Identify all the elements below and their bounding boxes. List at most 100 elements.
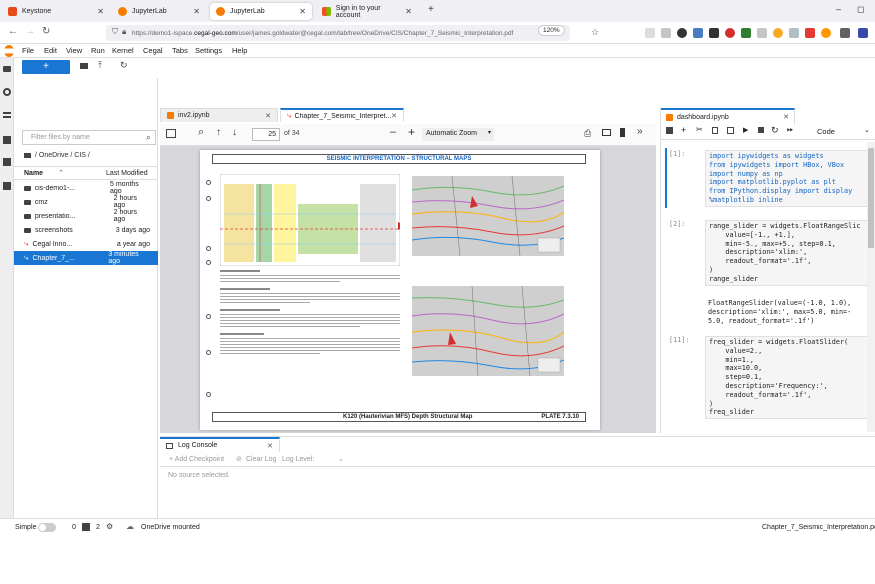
cell-source[interactable]: import ipywidgets as widgets from ipywidg…: [705, 150, 871, 207]
extension-icon[interactable]: [858, 28, 868, 38]
zoom-out-icon[interactable]: –: [390, 126, 396, 138]
terminal-count[interactable]: 0: [72, 524, 76, 531]
extension-icon[interactable]: [693, 28, 703, 38]
extension-icon[interactable]: [741, 28, 751, 38]
menu-view[interactable]: View: [66, 46, 82, 55]
extensions-menu-icon[interactable]: [840, 28, 850, 38]
sort-up-icon[interactable]: ⌃: [58, 169, 64, 177]
tools-icon[interactable]: »: [637, 126, 643, 137]
folder-icon[interactable]: [24, 153, 31, 158]
extension-icon[interactable]: [709, 28, 719, 38]
notebook-scrollbar[interactable]: [867, 142, 875, 432]
extension-icon[interactable]: [773, 28, 783, 38]
chevron-down-icon[interactable]: ⌄: [338, 455, 344, 463]
file-row[interactable]: presentatio... 2 hours ago: [14, 209, 158, 223]
previous-page-icon[interactable]: ↑: [216, 127, 221, 138]
page-number-input[interactable]: 25: [252, 128, 280, 141]
close-icon[interactable]: ✕: [391, 112, 397, 120]
browser-tab-jupyterlab-1[interactable]: JupyterLab ✕: [112, 3, 206, 20]
clear-icon[interactable]: ⊘: [236, 455, 242, 463]
copy-icon[interactable]: [712, 127, 718, 134]
menu-file[interactable]: File: [22, 46, 34, 55]
menu-help[interactable]: Help: [232, 46, 247, 55]
browser-tab-jupyterlab-2[interactable]: JupyterLab ✕: [210, 3, 312, 20]
menu-cegal[interactable]: Cegal: [143, 46, 163, 55]
menu-kernel[interactable]: Kernel: [112, 46, 134, 55]
browser-tab-sign-in[interactable]: Sign in to your account ✕: [316, 3, 418, 20]
close-icon[interactable]: ✕: [267, 442, 273, 450]
close-icon[interactable]: ✕: [783, 113, 789, 121]
file-row[interactable]: cis-demo1-... 5 months ago: [14, 181, 158, 195]
next-page-icon[interactable]: ↓: [232, 127, 237, 138]
add-checkpoint-button[interactable]: + Add Checkpoint: [169, 456, 224, 463]
close-icon[interactable]: ✕: [97, 7, 104, 16]
breadcrumb-path[interactable]: / OneDrive / CIS /: [35, 152, 90, 159]
extension-icon[interactable]: [805, 28, 815, 38]
column-name[interactable]: Name: [24, 170, 43, 177]
extension-icon[interactable]: [677, 28, 687, 38]
url-bar[interactable]: ⛉ 🔒︎ https://demo1-ispace. cegal-geo.com /…: [106, 25, 570, 41]
pdf-viewer[interactable]: SEISMIC INTERPRETATION – STRUCTURAL MAPS: [160, 146, 656, 433]
insert-cell-icon[interactable]: +: [681, 125, 686, 135]
minimize-button[interactable]: –: [836, 4, 841, 14]
fast-forward-icon[interactable]: ⏩︎: [787, 125, 793, 135]
tab-chapter7-pdf[interactable]: ⤷ Chapter_7_Seismic_Interpret... ✕: [280, 108, 404, 122]
file-row[interactable]: cmz 2 hours ago: [14, 195, 158, 209]
back-icon[interactable]: ←: [8, 26, 18, 37]
upload-icon[interactable]: ⤒: [98, 60, 102, 71]
bookmark-icon[interactable]: [620, 128, 625, 137]
extension-icon[interactable]: [789, 28, 799, 38]
forward-icon[interactable]: →: [25, 26, 35, 37]
extension-icon[interactable]: [821, 28, 831, 38]
new-folder-icon[interactable]: [80, 63, 88, 69]
open-file-icon[interactable]: [602, 129, 611, 136]
tab-dashboard-notebook[interactable]: dashboard.ipynb ✕: [661, 108, 795, 124]
pocket-icon[interactable]: [645, 28, 655, 38]
menu-run[interactable]: Run: [91, 46, 105, 55]
file-row[interactable]: ⤷ Chapter_7_... 3 minutes ago: [14, 251, 158, 265]
cut-icon[interactable]: ✂: [696, 125, 703, 134]
extension-icon[interactable]: [757, 28, 767, 38]
menu-settings[interactable]: Settings: [195, 46, 222, 55]
paste-icon[interactable]: [727, 127, 734, 134]
print-icon[interactable]: ⎙: [584, 128, 591, 139]
new-launcher-button[interactable]: +: [22, 60, 70, 74]
zoom-select[interactable]: Automatic Zoom ▾: [422, 128, 494, 141]
filter-input[interactable]: Filter files by name ⌕: [22, 130, 156, 145]
bookmark-star-icon[interactable]: ☆: [591, 27, 599, 38]
simple-mode-toggle[interactable]: [38, 523, 56, 532]
tab-log-console[interactable]: Log Console ✕: [160, 437, 280, 452]
file-row[interactable]: ⤷ Cegal Inno... a year ago: [14, 237, 158, 251]
restore-button[interactable]: ◻: [857, 4, 864, 15]
tabs-icon[interactable]: [3, 158, 11, 166]
zoom-level[interactable]: 120%: [538, 25, 565, 36]
tab-inv2[interactable]: inv2.ipynb ✕: [160, 108, 278, 122]
kernel-count[interactable]: 2: [96, 524, 100, 531]
restart-icon[interactable]: ↻: [771, 125, 779, 136]
clear-log-button[interactable]: Clear Log: [246, 456, 276, 463]
column-last-modified[interactable]: Last Modified: [106, 170, 148, 177]
cell-type-select[interactable]: Code: [817, 127, 835, 136]
file-row[interactable]: screenshots 3 days ago: [14, 223, 158, 237]
menu-tabs[interactable]: Tabs: [172, 46, 188, 55]
menu-edit[interactable]: Edit: [44, 46, 57, 55]
download-icon[interactable]: [661, 28, 671, 38]
sidebar-toggle-icon[interactable]: [166, 129, 176, 138]
running-icon[interactable]: [3, 88, 11, 96]
reload-icon[interactable]: ↻: [42, 26, 50, 37]
close-icon[interactable]: ✕: [299, 7, 306, 16]
cell-source[interactable]: freq_slider = widgets.FloatSlider( value…: [705, 336, 871, 420]
commands-icon[interactable]: [3, 112, 11, 118]
extension-icon[interactable]: [725, 28, 735, 38]
stop-icon[interactable]: [758, 127, 764, 133]
zoom-in-icon[interactable]: +: [408, 125, 415, 139]
folder-icon[interactable]: [3, 66, 11, 72]
save-icon[interactable]: [666, 127, 673, 134]
extension-manager-icon[interactable]: [3, 182, 11, 190]
close-icon[interactable]: ✕: [405, 7, 412, 16]
cell-source[interactable]: range_slider = widgets.FloatRangeSlic va…: [705, 220, 871, 286]
new-tab-button[interactable]: +: [428, 4, 434, 15]
refresh-icon[interactable]: ↻: [120, 60, 128, 71]
cell-output[interactable]: FloatRangeSlider(value=(-1.0, 1.0), descr…: [705, 298, 865, 326]
property-inspector-icon[interactable]: [3, 136, 11, 144]
